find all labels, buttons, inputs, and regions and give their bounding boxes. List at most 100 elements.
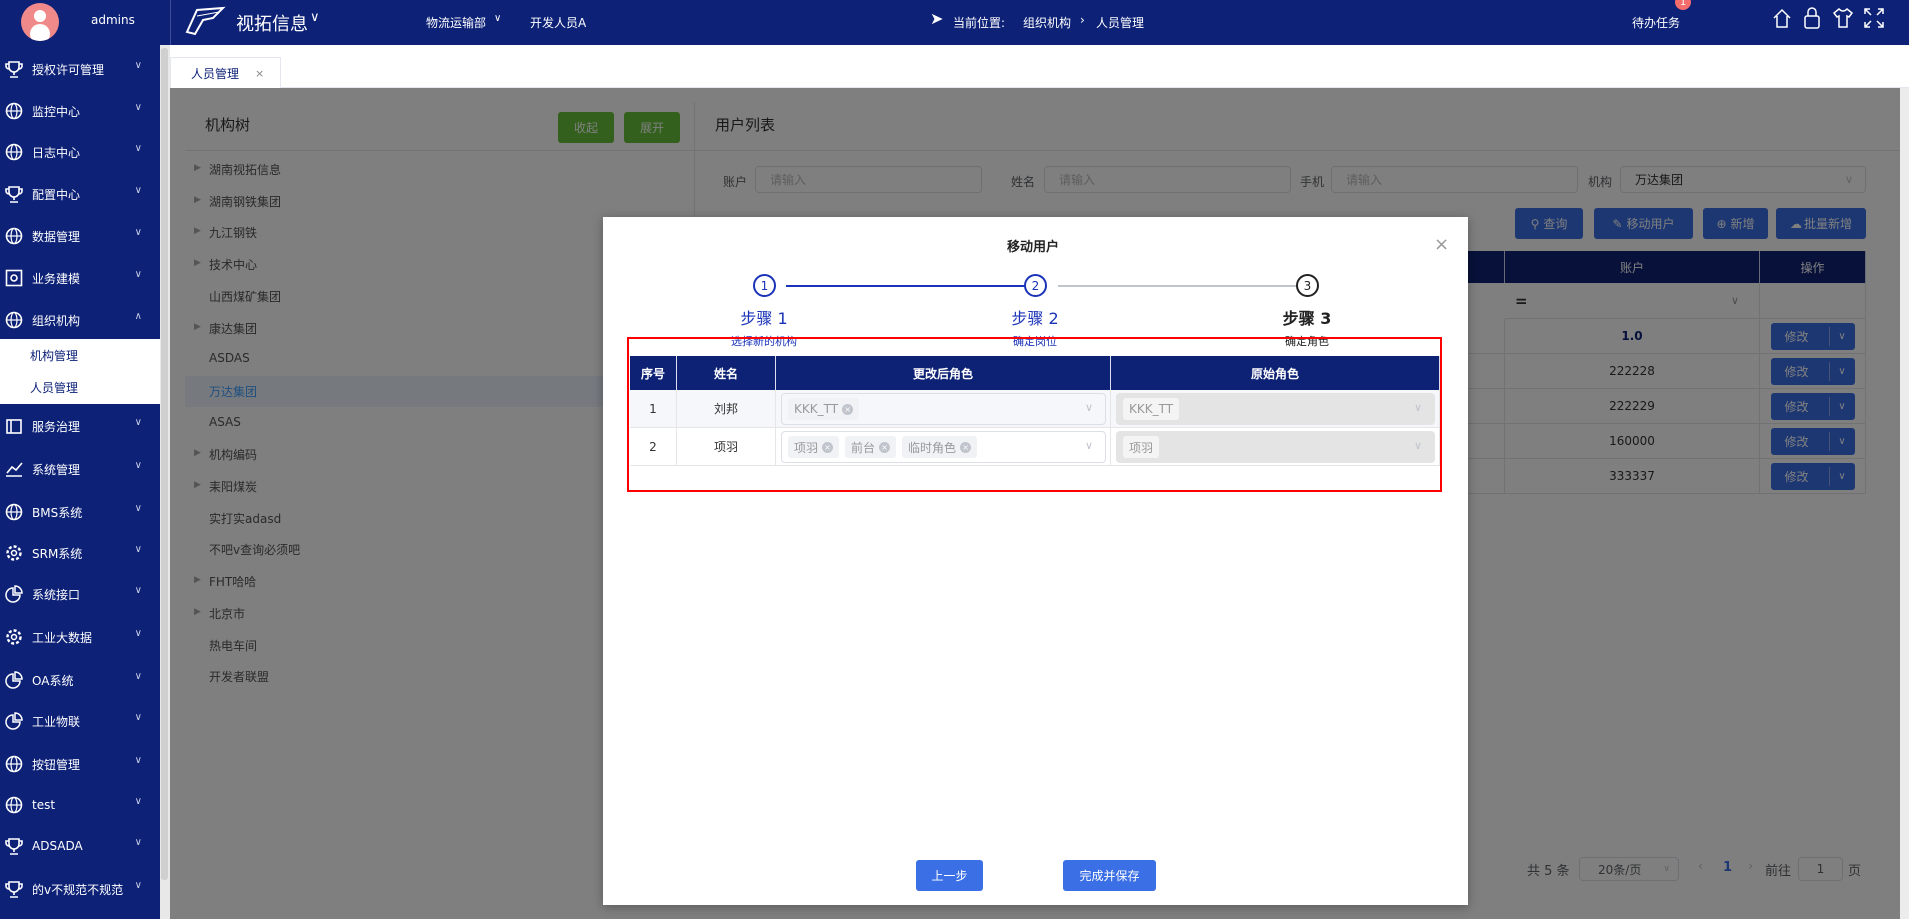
- chevron-down-icon: ∨: [134, 60, 142, 71]
- sidebar-item[interactable]: 组织机构 ∧: [0, 299, 160, 341]
- chevron-up-icon: ∧: [134, 311, 142, 322]
- sidebar-item-label: test: [32, 798, 56, 812]
- sidebar-item-label: 组织机构: [32, 313, 81, 328]
- sidebar-item[interactable]: SRM系统 ∨: [0, 532, 160, 574]
- top-bar: admins 视拓信息 ∨ 物流运输部 ∨ 开发人员A ➤ 当前位置: 组织机构…: [0, 0, 1909, 45]
- sidebar-item-label: 授权许可管理: [32, 62, 105, 77]
- pie-icon: [4, 584, 24, 604]
- sidebar-item[interactable]: 系统接口 ∨: [0, 573, 160, 615]
- globe-icon: [4, 502, 24, 522]
- sidebar-item[interactable]: ADSADA ∨: [0, 825, 160, 867]
- sidebar-item-label: 监控中心: [32, 104, 81, 119]
- index-cell: 2: [630, 428, 677, 466]
- chevron-down-icon: ∨: [134, 544, 142, 555]
- step-circle: 2: [1024, 274, 1047, 297]
- sidebar-item[interactable]: 服务治理 ∨: [0, 405, 160, 447]
- chevron-down-icon[interactable]: ∨: [310, 10, 320, 25]
- step-title: 步骤 3: [1282, 309, 1332, 328]
- sidebar-item-label: 业务建模: [32, 271, 81, 286]
- sidebar-item-label: 工业大数据: [32, 630, 93, 645]
- globe-icon: [4, 310, 24, 330]
- page-scrollbar[interactable]: [1900, 88, 1909, 919]
- sidebar-item-label: 按钮管理: [32, 757, 81, 772]
- home-icon[interactable]: [1772, 7, 1792, 33]
- chevron-down-icon: ∨: [134, 417, 142, 428]
- tab-label: 人员管理: [191, 67, 240, 81]
- name-cell: 刘邦: [677, 390, 776, 428]
- role-tag: 项羽: [1123, 436, 1160, 458]
- close-icon[interactable]: ×: [1434, 234, 1449, 255]
- sidebar-item[interactable]: OA系统 ∨: [0, 659, 160, 701]
- globe-icon: [4, 795, 24, 815]
- fullscreen-icon[interactable]: [1863, 7, 1885, 33]
- original-roles-select: 项羽 ∨: [1116, 431, 1435, 463]
- sidebar-item[interactable]: 业务建模 ∨: [0, 257, 160, 299]
- sidebar-item-label: 系统接口: [32, 587, 81, 602]
- breadcrumb-item[interactable]: 组织机构: [1023, 14, 1071, 31]
- sidebar-item[interactable]: BMS系统 ∨: [0, 491, 160, 533]
- role-label[interactable]: 开发人员A: [530, 14, 586, 31]
- chevron-down-icon[interactable]: ∨: [494, 13, 501, 24]
- trophy-icon: [4, 836, 24, 856]
- role-tag-label: KKK_TT: [794, 402, 839, 416]
- step-title: 步骤 1: [740, 309, 788, 328]
- chevron-down-icon: ∨: [134, 628, 142, 639]
- gear-box-icon: [4, 268, 24, 288]
- close-icon[interactable]: ×: [255, 67, 264, 80]
- brand-name[interactable]: 视拓信息: [236, 10, 308, 36]
- column-header: 序号: [630, 356, 677, 390]
- sidebar-item[interactable]: 授权许可管理 ∨: [0, 48, 160, 90]
- sidebar-scrollbar-thumb[interactable]: [161, 48, 168, 880]
- sidebar-item[interactable]: 监控中心 ∨: [0, 90, 160, 132]
- sidebar-subitem-org-manage[interactable]: 机构管理: [30, 347, 78, 364]
- column-header: 更改后角色: [776, 356, 1111, 390]
- role-tag-label: 项羽: [794, 440, 819, 455]
- sidebar-item[interactable]: 配置中心 ∨: [0, 173, 160, 215]
- role-tag: KKK_TT ×: [788, 398, 860, 420]
- pie-icon: [4, 670, 24, 690]
- sidebar-item[interactable]: test ∨: [0, 784, 160, 826]
- shirt-icon[interactable]: [1832, 7, 1854, 33]
- sidebar-item[interactable]: 工业大数据 ∨: [0, 616, 160, 658]
- department-select[interactable]: 物流运输部: [426, 14, 486, 31]
- sidebar-item[interactable]: 日志中心 ∨: [0, 131, 160, 173]
- chevron-down-icon: ∨: [134, 837, 142, 848]
- prev-step-button[interactable]: 上一步: [916, 860, 983, 891]
- sidebar-item-label: BMS系统: [32, 505, 83, 520]
- finish-save-button[interactable]: 完成并保存: [1063, 860, 1156, 891]
- sidebar-item-label: OA系统: [32, 673, 74, 688]
- tag-close-icon[interactable]: ×: [822, 441, 834, 453]
- gear-icon: [4, 543, 24, 563]
- trophy-icon: [4, 59, 24, 79]
- sidebar-item-label: 数据管理: [32, 229, 81, 244]
- sidebar-item[interactable]: 工业物联 ∨: [0, 700, 160, 742]
- sidebar-item[interactable]: 的v不规范不规范 ∨: [0, 868, 160, 910]
- sidebar-item-label: ADSADA: [32, 839, 83, 853]
- avatar[interactable]: [21, 3, 59, 41]
- new-roles-select[interactable]: 项羽 × 前台 × 临时角色 × ∨: [781, 431, 1106, 463]
- tag-close-icon[interactable]: ×: [842, 403, 854, 415]
- chevron-down-icon: ∨: [134, 796, 142, 807]
- breadcrumb-item[interactable]: 人员管理: [1096, 14, 1144, 31]
- index-cell: 1: [630, 390, 677, 428]
- sidebar-item-label: 配置中心: [32, 187, 81, 202]
- sidebar-item[interactable]: 数据管理 ∨: [0, 215, 160, 257]
- tab-user-manage[interactable]: 人员管理 ×: [170, 57, 281, 89]
- pie-icon: [4, 711, 24, 731]
- username: admins: [91, 13, 135, 27]
- role-tag: KKK_TT: [1123, 398, 1180, 420]
- chevron-down-icon: ∨: [134, 712, 142, 723]
- original-roles-select: KKK_TT ∨: [1116, 393, 1435, 425]
- todo-badge: 1: [1675, 0, 1691, 10]
- sidebar-subitem-user-manage[interactable]: 人员管理: [30, 379, 78, 396]
- tag-close-icon[interactable]: ×: [960, 441, 972, 453]
- todo-tasks[interactable]: 待办任务: [1632, 14, 1680, 31]
- sidebar-item[interactable]: 按钮管理 ∨: [0, 743, 160, 785]
- location-arrow-icon: ➤: [930, 9, 944, 28]
- lock-icon[interactable]: [1802, 6, 1822, 34]
- chevron-down-icon: ∨: [134, 269, 142, 280]
- new-roles-select[interactable]: KKK_TT × ∨: [781, 393, 1106, 425]
- tag-close-icon[interactable]: ×: [879, 441, 891, 453]
- sidebar-item[interactable]: 系统管理 ∨: [0, 448, 160, 490]
- role-tag-label: 项羽: [1129, 440, 1154, 455]
